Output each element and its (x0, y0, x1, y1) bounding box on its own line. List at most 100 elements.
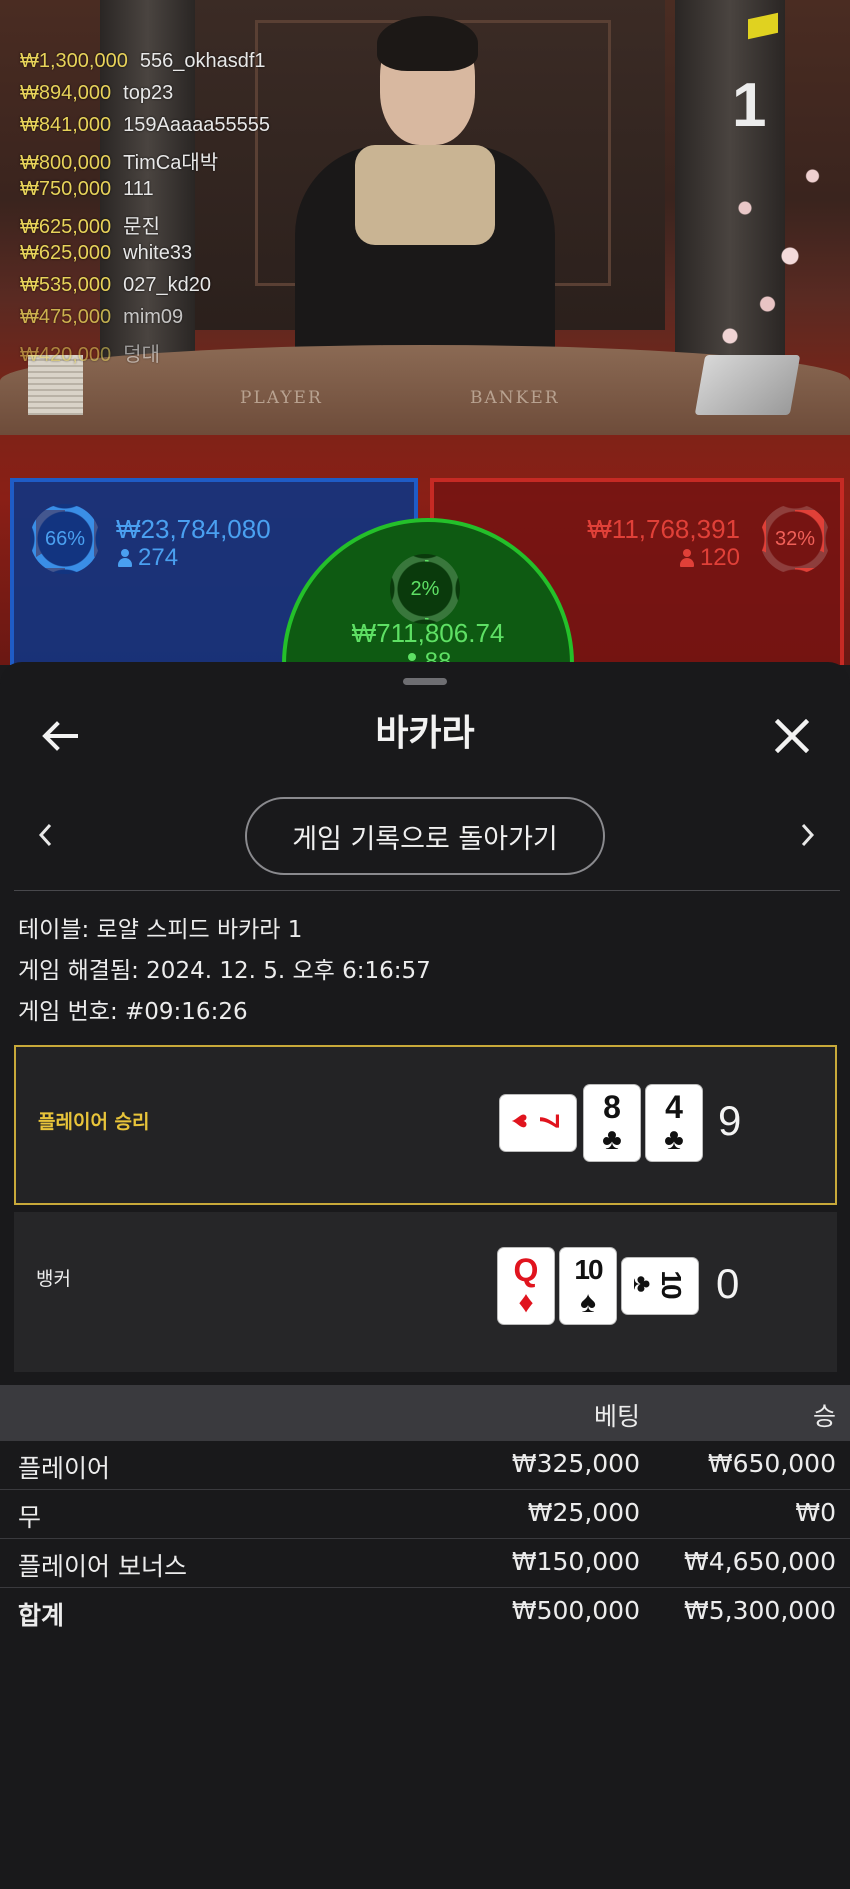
winner-amount: ₩475,000 (20, 306, 112, 328)
player-percent-ring: 66% (30, 504, 100, 574)
card-rank: 4 (665, 1089, 683, 1125)
row-bet-amount: ₩325,000 (511, 1449, 640, 1478)
player-result-box: 플레이어 승리 7 ♥ 8 ♣ 4 ♣ 9 (14, 1045, 837, 1205)
table-info: 테이블: 로얄 스피드 바카라 1 (18, 917, 303, 943)
winner-row: ₩625,000 문진 (20, 210, 270, 242)
banker-bettors: 120 (679, 544, 740, 572)
row-bet-type: 무 (18, 1503, 42, 1532)
player-bettors: 274 (118, 544, 178, 572)
total-bet-amount: ₩500,000 (511, 1596, 640, 1625)
winners-list: ₩1,300,000 556_okhasdf1 ₩894,000 top23 ₩841,… (20, 50, 270, 370)
total-label: 합계 (18, 1601, 65, 1630)
playing-card: Q ♦ (498, 1248, 554, 1324)
card-suit-icon: ♦ (518, 1286, 534, 1319)
table-row: 무 ₩25,000 ₩0 (0, 1490, 850, 1539)
chevron-left-icon (38, 823, 52, 847)
card-suit-icon: ♠ (580, 1286, 596, 1319)
playing-card: 10 ♣ (622, 1258, 698, 1314)
winner-row: ₩420,000 덩대 (20, 338, 270, 370)
card-rank: Q (513, 1252, 539, 1288)
playing-card: 10 ♠ (560, 1248, 616, 1324)
game-history-sheet: 바카라 게임 기록으로 돌아가기 테이블: 로얄 스피드 바카라 1 게임 해결… (0, 662, 850, 1889)
winner-row: ₩475,000 mim09 (20, 306, 270, 338)
table-total-row: 합계 ₩500,000 ₩5,300,000 (0, 1588, 850, 1636)
game-number: 게임 번호: #09:16:26 (18, 999, 248, 1025)
divider (14, 890, 840, 891)
card-suit-icon: ♥ (506, 1113, 536, 1129)
banker-result-label: 뱅커 (36, 1268, 71, 1290)
banker-score: 0 (716, 1260, 740, 1307)
winner-amount: ₩625,000 (20, 216, 112, 238)
table-row: 플레이어 보너스 ₩150,000 ₩4,650,000 (0, 1539, 850, 1588)
card-suit-icon: ♣ (664, 1123, 684, 1156)
bet-table-header: 베팅 승 (0, 1385, 850, 1441)
winner-amount: ₩625,000 (20, 242, 112, 264)
winner-name: 159Aaaaa55555 (123, 114, 270, 136)
winner-name: 문진 (123, 216, 160, 238)
winner-amount: ₩420,000 (20, 344, 112, 366)
dealer-figure (295, 16, 555, 385)
card-rank: 8 (603, 1089, 621, 1125)
winner-amount: ₩750,000 (20, 178, 112, 200)
table-number: 1 (732, 71, 767, 140)
row-bet-type: 플레이어 보너스 (18, 1552, 187, 1581)
tie-percent: 2% (410, 577, 440, 600)
back-to-history-button[interactable]: 게임 기록으로 돌아가기 (245, 797, 605, 875)
card-rank: 10 (656, 1270, 687, 1298)
winner-row: ₩894,000 top23 (20, 82, 270, 114)
felt-label-banker: BANKER (470, 388, 560, 408)
player-percent: 66% (44, 527, 86, 550)
row-bet-amount: ₩150,000 (511, 1547, 640, 1576)
card-rank: 10 (574, 1254, 603, 1285)
chevron-right-icon (801, 823, 815, 847)
winner-row: ₩841,000 159Aaaaa55555 (20, 114, 270, 146)
row-win-amount: ₩0 (795, 1498, 836, 1527)
winner-row: ₩535,000 027_kd20 (20, 274, 270, 306)
winner-amount: ₩841,000 (20, 114, 112, 136)
player-result-label: 플레이어 승리 (38, 1111, 150, 1133)
card-suit-icon: ♣ (628, 1275, 658, 1293)
sheet-title: 바카라 (375, 713, 475, 754)
winner-name: 556_okhasdf1 (139, 50, 266, 72)
card-rank: 7 (534, 1113, 565, 1129)
player-score: 9 (718, 1097, 742, 1144)
header-bet: 베팅 (593, 1402, 640, 1431)
user-icon (679, 549, 694, 567)
row-bet-type: 플레이어 (18, 1454, 111, 1483)
close-button[interactable] (762, 706, 822, 766)
card-shoe (694, 355, 801, 415)
sheet-drag-handle[interactable] (403, 678, 447, 685)
next-game-button[interactable] (783, 810, 833, 860)
user-icon (118, 549, 132, 567)
winner-amount: ₩894,000 (20, 82, 112, 104)
header-win: 승 (812, 1402, 836, 1431)
winner-name: 111 (123, 178, 154, 200)
banker-bettors-count: 120 (699, 544, 740, 571)
resolved-time: 게임 해결됨: 2024. 12. 5. 오후 6:16:57 (18, 958, 431, 984)
row-bet-amount: ₩25,000 (527, 1498, 640, 1527)
previous-game-button[interactable] (20, 810, 70, 860)
winner-amount: ₩1,300,000 (20, 50, 128, 72)
playing-card: 8 ♣ (584, 1085, 640, 1161)
row-win-amount: ₩4,650,000 (684, 1547, 836, 1576)
winner-row: ₩1,300,000 556_okhasdf1 (20, 50, 270, 82)
close-icon (775, 719, 809, 753)
winner-name: TimCa대박 (123, 152, 219, 174)
banker-result-box: 뱅커 Q ♦ 10 ♠ 10 ♣ 0 (14, 1212, 837, 1372)
winner-row: ₩625,000 white33 (20, 242, 270, 274)
banker-percent-ring: 32% (760, 504, 830, 574)
winner-name: 027_kd20 (123, 274, 212, 296)
banker-bet-amount: ₩11,768,391 (587, 514, 740, 544)
card-suit-icon: ♣ (602, 1123, 622, 1156)
felt-label-player: PLAYER (240, 388, 323, 408)
player-bet-amount: ₩23,784,080 (116, 514, 271, 544)
playing-card: 4 ♣ (646, 1085, 702, 1161)
tie-percent-ring: 2% (390, 554, 460, 624)
tie-bet-amount: ₩711,806.74 (351, 618, 505, 648)
table-row: 플레이어 ₩325,000 ₩650,000 (0, 1441, 850, 1490)
cherry-blossom-decoration (700, 80, 850, 400)
live-video-stream: 1 PLAYER BANKER ₩1,300,000 556_okhasdf1 ₩8… (0, 0, 850, 665)
row-win-amount: ₩650,000 (707, 1449, 836, 1478)
player-bettors-count: 274 (138, 544, 179, 571)
winner-amount: ₩535,000 (20, 274, 112, 296)
